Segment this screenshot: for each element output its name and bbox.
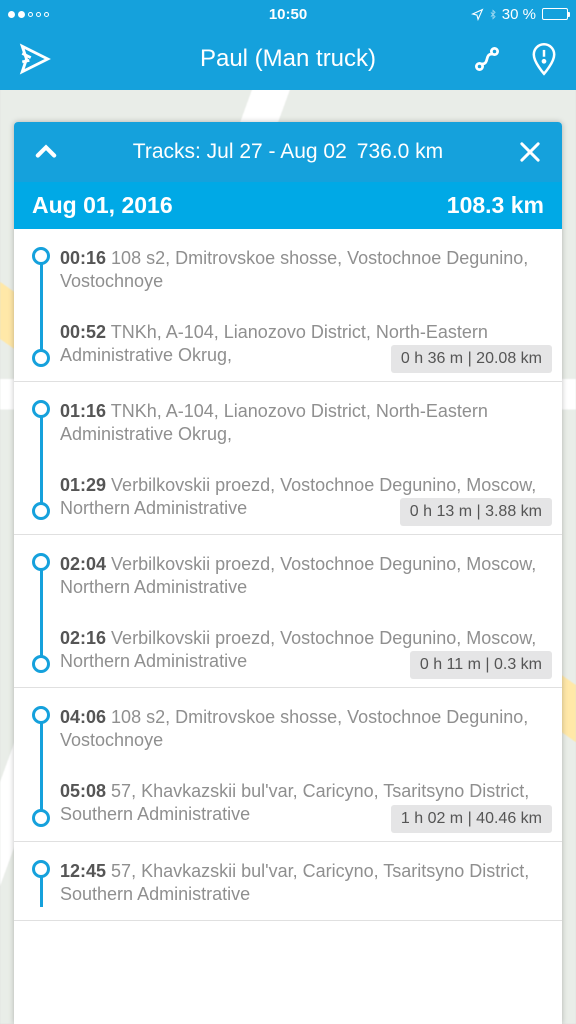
start-address: 01:16 TNKh, A-104, Lianozovo District, N… [60, 400, 550, 446]
close-button[interactable] [516, 138, 544, 166]
start-node-icon [32, 706, 50, 724]
timeline [26, 706, 56, 826]
date-label: Aug 01, 2016 [32, 192, 173, 219]
track-segment[interactable]: 12:45 57, Khavkazskii bul'var, Caricyno,… [14, 842, 562, 921]
start-node-icon [32, 860, 50, 878]
start-node-icon [32, 247, 50, 265]
duration-distance-badge: 1 h 02 m | 40.46 km [391, 805, 552, 833]
battery-icon [542, 8, 568, 20]
tracks-total-km-label: 736.0 km [357, 140, 443, 164]
end-node-icon [32, 809, 50, 827]
track-segment[interactable]: 02:04 Verbilkovskii proezd, Vostochnoe D… [14, 535, 562, 688]
status-bar: 10:50 30 % [0, 0, 576, 28]
start-address: 12:45 57, Khavkazskii bul'var, Caricyno,… [60, 860, 550, 906]
nav-bar: Paul (Man truck) [0, 28, 576, 90]
end-node-icon [32, 502, 50, 520]
date-header[interactable]: Aug 01, 2016 108.3 km [14, 182, 562, 229]
end-node-icon [32, 349, 50, 367]
bluetooth-icon [488, 7, 498, 22]
duration-distance-badge: 0 h 11 m | 0.3 km [410, 651, 552, 679]
track-segment[interactable]: 00:16 108 s2, Dmitrovskoe shosse, Vostoc… [14, 229, 562, 382]
timeline [26, 400, 56, 520]
track-segment[interactable]: 04:06 108 s2, Dmitrovskoe shosse, Vostoc… [14, 688, 562, 841]
start-address: 04:06 108 s2, Dmitrovskoe shosse, Vostoc… [60, 706, 550, 752]
start-node-icon [32, 553, 50, 571]
collapse-button[interactable] [32, 138, 60, 166]
timeline [26, 553, 56, 673]
tracks-list[interactable]: 00:16 108 s2, Dmitrovskoe shosse, Vostoc… [14, 229, 562, 921]
page-title: Paul (Man truck) [0, 45, 576, 73]
track-segment[interactable]: 01:16 TNKh, A-104, Lianozovo District, N… [14, 382, 562, 535]
tracks-panel: Tracks: Jul 27 - Aug 02 736.0 km Aug 01,… [14, 122, 562, 1024]
end-node-icon [32, 655, 50, 673]
start-address: 00:16 108 s2, Dmitrovskoe shosse, Vostoc… [60, 247, 550, 293]
start-address: 02:04 Verbilkovskii proezd, Vostochnoe D… [60, 553, 550, 599]
panel-header: Tracks: Jul 27 - Aug 02 736.0 km [14, 122, 562, 182]
tracks-range-label: Tracks: Jul 27 - Aug 02 [133, 140, 347, 164]
timeline [26, 247, 56, 367]
date-km-label: 108.3 km [447, 192, 544, 219]
duration-distance-badge: 0 h 36 m | 20.08 km [391, 345, 552, 373]
duration-distance-badge: 0 h 13 m | 3.88 km [400, 498, 552, 526]
start-node-icon [32, 400, 50, 418]
timeline [26, 860, 56, 906]
